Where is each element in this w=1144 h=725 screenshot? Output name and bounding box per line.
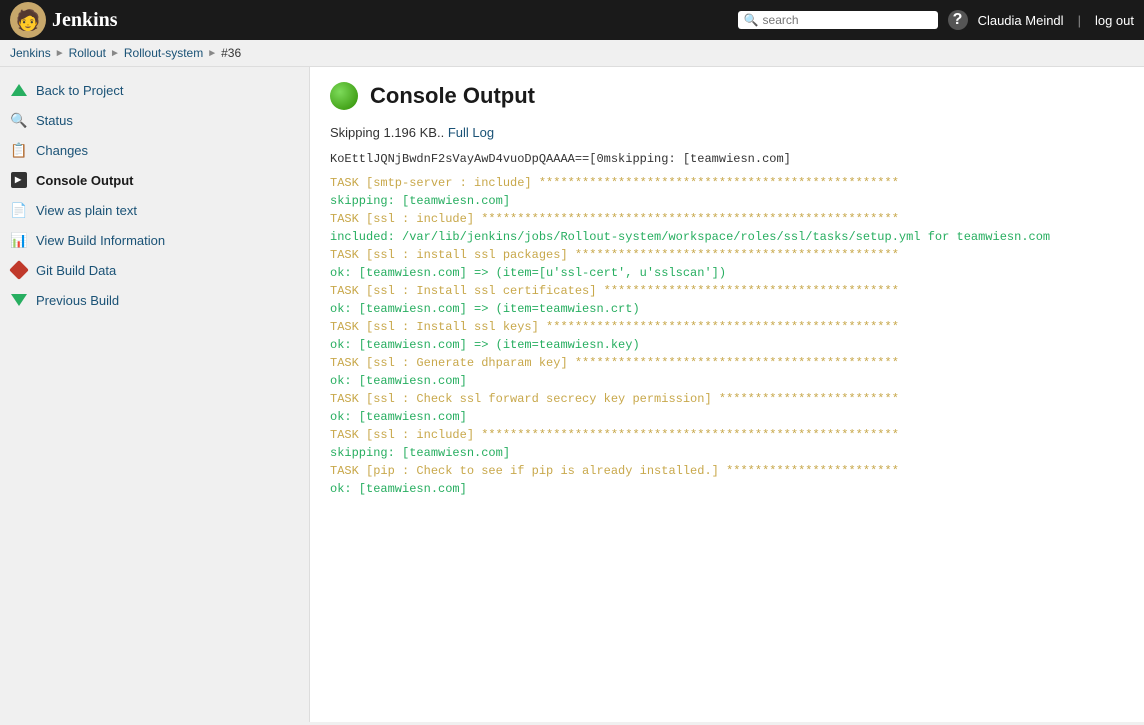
console-line: skipping: [teamwiesn.com] bbox=[330, 192, 1124, 210]
console-line: TASK [ssl : install ssl packages] ******… bbox=[330, 246, 1124, 264]
layout: Back to Project 🔍 Status 📋 Changes Conso… bbox=[0, 67, 1144, 722]
breadcrumb-sep-2: ► bbox=[110, 48, 120, 59]
breadcrumb-rollout-system[interactable]: Rollout-system bbox=[124, 46, 203, 60]
sidebar-label-status: Status bbox=[36, 113, 73, 128]
console-line: ok: [teamwiesn.com] bbox=[330, 408, 1124, 426]
logout-link[interactable]: log out bbox=[1095, 13, 1134, 28]
console-line: ok: [teamwiesn.com] => (item=[u'ssl-cert… bbox=[330, 264, 1124, 282]
status-icon: 🔍 bbox=[10, 111, 28, 129]
sidebar-label-git-build-data: Git Build Data bbox=[36, 263, 116, 278]
console-line: ok: [teamwiesn.com] => (item=teamwiesn.k… bbox=[330, 336, 1124, 354]
status-ball bbox=[330, 82, 358, 110]
console-line: ok: [teamwiesn.com] bbox=[330, 372, 1124, 390]
sidebar-label-changes: Changes bbox=[36, 143, 88, 158]
console-icon bbox=[10, 171, 28, 189]
sidebar-item-changes[interactable]: 📋 Changes bbox=[0, 135, 309, 165]
logo-icon: 🧑 bbox=[10, 2, 46, 38]
sidebar-item-console-output[interactable]: Console Output bbox=[0, 165, 309, 195]
console-line: TASK [ssl : Check ssl forward secrecy ke… bbox=[330, 390, 1124, 408]
sidebar: Back to Project 🔍 Status 📋 Changes Conso… bbox=[0, 67, 310, 722]
info-icon: 📊 bbox=[10, 231, 28, 249]
console-line: TASK [smtp-server : include] ***********… bbox=[330, 174, 1124, 192]
breadcrumb: Jenkins ► Rollout ► Rollout-system ► #36 bbox=[0, 40, 1144, 67]
console-line: ok: [teamwiesn.com] => (item=teamwiesn.c… bbox=[330, 300, 1124, 318]
logout-separator: | bbox=[1078, 13, 1081, 28]
console-line: ok: [teamwiesn.com] bbox=[330, 480, 1124, 498]
main-content: Console Output Skipping 1.196 KB.. Full … bbox=[310, 67, 1144, 722]
prev-icon bbox=[10, 291, 28, 309]
header: 🧑 Jenkins 🔍 ? Claudia Meindl | log out bbox=[0, 0, 1144, 40]
breadcrumb-sep-1: ► bbox=[55, 48, 65, 59]
console-line: TASK [ssl : Install ssl certificates] **… bbox=[330, 282, 1124, 300]
breadcrumb-build-number: #36 bbox=[221, 46, 241, 60]
plaintext-icon: 📄 bbox=[10, 201, 28, 219]
console-line: TASK [ssl : Generate dhparam key] ******… bbox=[330, 354, 1124, 372]
breadcrumb-rollout[interactable]: Rollout bbox=[69, 46, 106, 60]
sidebar-label-console-output: Console Output bbox=[36, 173, 134, 188]
search-input[interactable] bbox=[763, 13, 932, 27]
logo: 🧑 Jenkins bbox=[10, 2, 118, 38]
sidebar-item-back-to-project[interactable]: Back to Project bbox=[0, 75, 309, 105]
log-encoded-line: KoEttlJQNjBwdnF2sVayAwD4vuoDpQAAAA==[0ms… bbox=[330, 152, 1124, 166]
sidebar-label-view-build-info: View Build Information bbox=[36, 233, 165, 248]
sidebar-label-previous-build: Previous Build bbox=[36, 293, 119, 308]
sidebar-item-previous-build[interactable]: Previous Build bbox=[0, 285, 309, 315]
console-title: Console Output bbox=[330, 82, 1124, 110]
console-line: included: /var/lib/jenkins/jobs/Rollout-… bbox=[330, 228, 1124, 246]
sidebar-item-status[interactable]: 🔍 Status bbox=[0, 105, 309, 135]
console-line: TASK [pip : Check to see if pip is alrea… bbox=[330, 462, 1124, 480]
console-output-block: TASK [smtp-server : include] ***********… bbox=[330, 174, 1124, 498]
log-intro: Skipping 1.196 KB.. Full Log bbox=[330, 125, 1124, 140]
console-line: TASK [ssl : include] *******************… bbox=[330, 210, 1124, 228]
search-icon: 🔍 bbox=[744, 13, 759, 27]
sidebar-label-view-plain-text: View as plain text bbox=[36, 203, 137, 218]
user-name: Claudia Meindl bbox=[978, 13, 1064, 28]
sidebar-item-git-build-data[interactable]: Git Build Data bbox=[0, 255, 309, 285]
console-line: TASK [ssl : Install ssl keys] **********… bbox=[330, 318, 1124, 336]
breadcrumb-sep-3: ► bbox=[207, 48, 217, 59]
console-line: TASK [ssl : include] *******************… bbox=[330, 426, 1124, 444]
help-icon[interactable]: ? bbox=[948, 10, 968, 30]
search-container: 🔍 bbox=[738, 11, 938, 29]
console-line: skipping: [teamwiesn.com] bbox=[330, 444, 1124, 462]
page-title: Console Output bbox=[370, 83, 535, 109]
log-intro-text: Skipping 1.196 KB.. bbox=[330, 125, 444, 140]
sidebar-item-view-build-info[interactable]: 📊 View Build Information bbox=[0, 225, 309, 255]
sidebar-label-back-to-project: Back to Project bbox=[36, 83, 123, 98]
logo-text: Jenkins bbox=[52, 9, 118, 32]
arrow-up-icon bbox=[10, 81, 28, 99]
full-log-link[interactable]: Full Log bbox=[448, 125, 494, 140]
git-icon bbox=[10, 261, 28, 279]
breadcrumb-jenkins[interactable]: Jenkins bbox=[10, 46, 51, 60]
changes-icon: 📋 bbox=[10, 141, 28, 159]
sidebar-item-view-plain-text[interactable]: 📄 View as plain text bbox=[0, 195, 309, 225]
